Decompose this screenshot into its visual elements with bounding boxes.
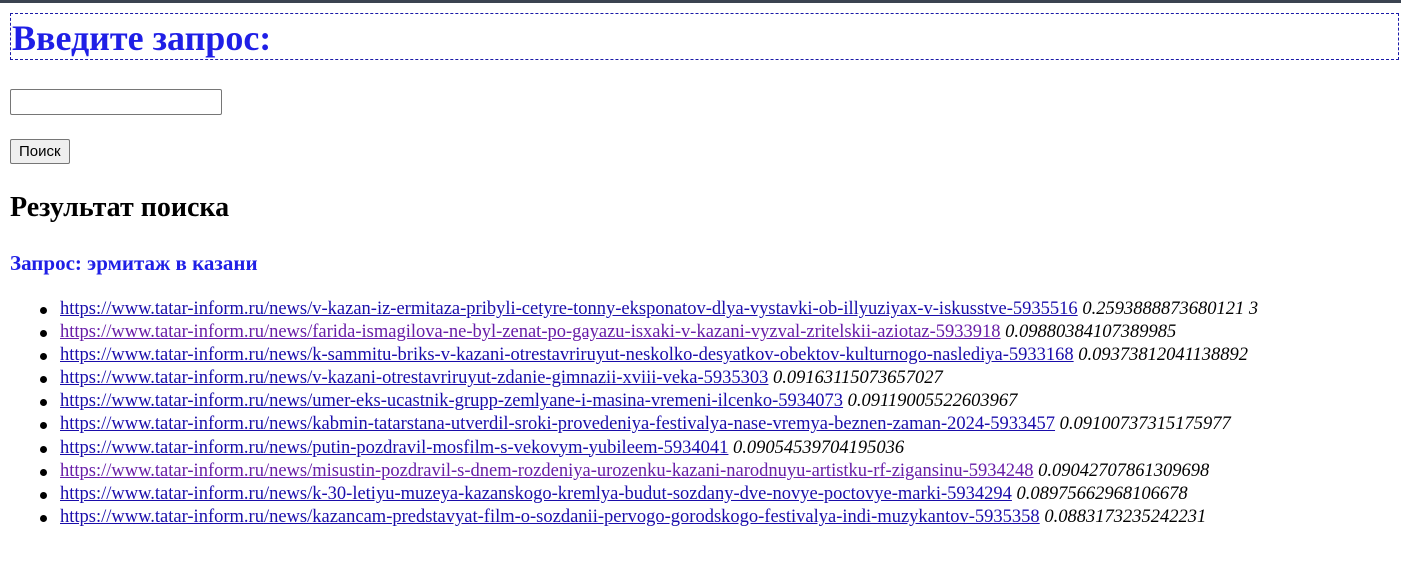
result-item: https://www.tatar-inform.ru/news/k-sammi… bbox=[40, 344, 1401, 367]
result-link[interactable]: https://www.tatar-inform.ru/news/farida-… bbox=[60, 322, 1001, 342]
result-score: 0.09880384107389985 bbox=[1005, 322, 1177, 343]
result-link[interactable]: https://www.tatar-inform.ru/news/v-kazan… bbox=[60, 299, 1078, 319]
result-link[interactable]: https://www.tatar-inform.ru/news/misusti… bbox=[60, 461, 1034, 481]
result-score: 0.09042707861309698 bbox=[1038, 460, 1210, 481]
result-link[interactable]: https://www.tatar-inform.ru/news/k-30-le… bbox=[60, 484, 1012, 504]
result-score: 0.09373812041138892 bbox=[1078, 345, 1249, 366]
result-item: https://www.tatar-inform.ru/news/putin-p… bbox=[40, 437, 1401, 460]
result-item: https://www.tatar-inform.ru/news/misusti… bbox=[40, 460, 1401, 483]
result-link[interactable]: https://www.tatar-inform.ru/news/putin-p… bbox=[60, 438, 728, 458]
result-item: https://www.tatar-inform.ru/news/kazanca… bbox=[40, 506, 1401, 529]
query-label: Запрос: эрмитаж в казани bbox=[10, 251, 258, 275]
search-button[interactable]: Поиск bbox=[10, 139, 70, 164]
result-item: https://www.tatar-inform.ru/news/umer-ek… bbox=[40, 390, 1401, 413]
result-item: https://www.tatar-inform.ru/news/v-kazan… bbox=[40, 298, 1401, 321]
result-item: https://www.tatar-inform.ru/news/k-30-le… bbox=[40, 483, 1401, 506]
result-score: 0.09163115073657027 bbox=[773, 368, 943, 389]
result-score: 0.08975662968106678 bbox=[1016, 483, 1188, 504]
result-link[interactable]: https://www.tatar-inform.ru/news/v-kazan… bbox=[60, 368, 768, 388]
result-score: 0.09100737315175977 bbox=[1059, 414, 1231, 435]
result-item: https://www.tatar-inform.ru/news/v-kazan… bbox=[40, 367, 1401, 390]
top-border bbox=[0, 0, 1401, 3]
page-title: Введите запрос: bbox=[12, 18, 272, 58]
result-score: 0.2593888873680121 3 bbox=[1082, 299, 1259, 319]
result-link[interactable]: https://www.tatar-inform.ru/news/k-sammi… bbox=[60, 345, 1074, 365]
result-link[interactable]: https://www.tatar-inform.ru/news/umer-ek… bbox=[60, 391, 843, 411]
result-score: 0.09054539704195036 bbox=[733, 437, 905, 458]
result-link[interactable]: https://www.tatar-inform.ru/news/kazanca… bbox=[60, 507, 1040, 527]
result-item: https://www.tatar-inform.ru/news/farida-… bbox=[40, 321, 1401, 344]
results-heading: Результат поиска bbox=[10, 192, 230, 223]
result-score: 0.0883173235242231 bbox=[1044, 506, 1207, 527]
search-input[interactable] bbox=[10, 89, 222, 115]
result-item: https://www.tatar-inform.ru/news/kabmin-… bbox=[40, 413, 1401, 436]
result-score: 0.09119005522603967 bbox=[847, 391, 1018, 412]
result-link[interactable]: https://www.tatar-inform.ru/news/kabmin-… bbox=[60, 414, 1055, 434]
results-list: https://www.tatar-inform.ru/news/v-kazan… bbox=[0, 298, 1401, 529]
